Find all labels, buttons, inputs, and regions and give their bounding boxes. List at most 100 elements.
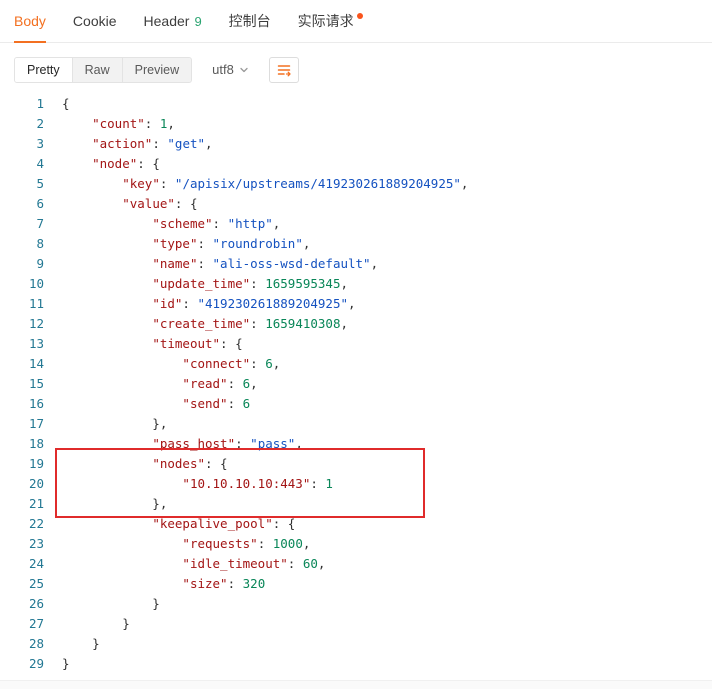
code-line: 17 }, bbox=[0, 414, 712, 434]
line-number: 8 bbox=[36, 236, 44, 251]
view-mode-raw[interactable]: Raw bbox=[72, 57, 123, 82]
code-line: 13 "timeout": { bbox=[0, 334, 712, 354]
line-content: "create_time": 1659410308, bbox=[152, 316, 349, 331]
code-line: 6 "value": { bbox=[0, 194, 712, 214]
tab-bar: Body Cookie Header 9 控制台 实际请求 bbox=[0, 0, 712, 43]
code-line: 18 "pass_host": "pass", bbox=[0, 434, 712, 454]
code-line: 12 "create_time": 1659410308, bbox=[0, 314, 712, 334]
line-number: 3 bbox=[36, 136, 44, 151]
line-content: "count": 1, bbox=[92, 116, 175, 131]
line-content: "value": { bbox=[122, 196, 198, 211]
code-line: 23 "requests": 1000, bbox=[0, 534, 712, 554]
code-line: 3 "action": "get", bbox=[0, 134, 712, 154]
line-number: 15 bbox=[28, 376, 44, 391]
line-number: 22 bbox=[28, 516, 44, 531]
line-content: } bbox=[62, 656, 70, 671]
body-toolbar: Pretty Raw Preview utf8 bbox=[0, 43, 712, 94]
tab-header[interactable]: Header 9 bbox=[144, 0, 202, 42]
line-content: "name": "ali-oss-wsd-default", bbox=[152, 256, 379, 271]
line-content: "size": 320 bbox=[182, 576, 266, 591]
code-line: 29} bbox=[0, 654, 712, 674]
tab-label: Header bbox=[143, 13, 190, 29]
line-number: 17 bbox=[28, 416, 44, 431]
line-number: 24 bbox=[28, 556, 44, 571]
line-number: 29 bbox=[28, 656, 44, 671]
line-number: 6 bbox=[36, 196, 44, 211]
format-icon bbox=[276, 62, 292, 78]
code-line: 28 } bbox=[0, 634, 712, 654]
view-mode-pretty[interactable]: Pretty bbox=[15, 57, 73, 82]
line-content: } bbox=[62, 636, 100, 651]
line-number: 4 bbox=[36, 156, 44, 171]
response-panel: Body Cookie Header 9 控制台 实际请求 Pretty Raw Previe… bbox=[0, 0, 712, 689]
line-number: 7 bbox=[36, 216, 44, 231]
code-line: 7 "scheme": "http", bbox=[0, 214, 712, 234]
line-number: 25 bbox=[28, 576, 44, 591]
line-number: 11 bbox=[28, 296, 44, 311]
line-number: 9 bbox=[36, 256, 44, 271]
code-line: 22 "keepalive_pool": { bbox=[0, 514, 712, 534]
line-content: "send": 6 bbox=[182, 396, 251, 411]
line-number: 12 bbox=[28, 316, 44, 331]
line-number: 5 bbox=[36, 176, 44, 191]
line-number: 20 bbox=[28, 476, 44, 491]
line-number: 19 bbox=[28, 456, 44, 471]
view-mode-preview[interactable]: Preview bbox=[122, 57, 192, 82]
line-content: "requests": 1000, bbox=[182, 536, 311, 551]
line-content: "update_time": 1659595345, bbox=[152, 276, 349, 291]
code-line: 14 "connect": 6, bbox=[0, 354, 712, 374]
line-content: }, bbox=[62, 496, 168, 511]
code-line: 20 "10.10.10.10:443": 1 bbox=[0, 474, 712, 494]
view-mode-switcher: Pretty Raw Preview bbox=[14, 56, 193, 83]
line-content: "timeout": { bbox=[152, 336, 243, 351]
line-number: 18 bbox=[28, 436, 44, 451]
line-content: "pass_host": "pass", bbox=[152, 436, 303, 451]
line-number: 14 bbox=[28, 356, 44, 371]
encoding-select[interactable]: utf8 bbox=[212, 62, 249, 77]
notification-dot bbox=[356, 13, 363, 19]
tab-actual-request[interactable]: 实际请求 bbox=[298, 0, 363, 42]
line-number: 16 bbox=[28, 396, 44, 411]
line-content: "keepalive_pool": { bbox=[152, 516, 296, 531]
line-number: 28 bbox=[28, 636, 44, 651]
line-content: "scheme": "http", bbox=[152, 216, 281, 231]
code-line: 25 "size": 320 bbox=[0, 574, 712, 594]
code-line: 15 "read": 6, bbox=[0, 374, 712, 394]
tab-label: 控制台 bbox=[228, 13, 271, 29]
encoding-value: utf8 bbox=[212, 62, 234, 77]
code-line: 19 "nodes": { bbox=[0, 454, 712, 474]
format-button[interactable] bbox=[268, 56, 299, 83]
line-content: "connect": 6, bbox=[182, 356, 281, 371]
code-line: 2 "count": 1, bbox=[0, 114, 712, 134]
line-content: "action": "get", bbox=[92, 136, 213, 151]
line-content: "id": "419230261889204925", bbox=[152, 296, 356, 311]
line-content: "10.10.10.10:443": 1 bbox=[182, 476, 333, 491]
line-number: 2 bbox=[36, 116, 44, 131]
code-line: 16 "send": 6 bbox=[0, 394, 712, 414]
line-content: "type": "roundrobin", bbox=[152, 236, 311, 251]
line-content: "idle_timeout": 60, bbox=[182, 556, 326, 571]
line-content: "nodes": { bbox=[152, 456, 228, 471]
horizontal-scrollbar[interactable] bbox=[0, 680, 712, 689]
chevron-down-icon bbox=[239, 65, 249, 75]
line-content: "read": 6, bbox=[182, 376, 258, 391]
header-count-badge: 9 bbox=[194, 13, 202, 29]
line-number: 23 bbox=[28, 536, 44, 551]
line-content: } bbox=[62, 596, 160, 611]
line-content: "node": { bbox=[92, 156, 160, 171]
tab-cookie[interactable]: Cookie bbox=[73, 0, 117, 42]
line-number: 26 bbox=[28, 596, 44, 611]
line-content: { bbox=[62, 96, 70, 111]
line-number: 10 bbox=[28, 276, 44, 291]
code-line: 27 } bbox=[0, 614, 712, 634]
code-line: 9 "name": "ali-oss-wsd-default", bbox=[0, 254, 712, 274]
response-body-viewer: 1{2 "count": 1, 3 "action": "get", 4 "node… bbox=[0, 94, 712, 674]
code-line: 26 } bbox=[0, 594, 712, 614]
code-lines: 1{2 "count": 1, 3 "action": "get", 4 "node… bbox=[0, 94, 712, 674]
tab-label: Body bbox=[14, 13, 46, 29]
tab-body[interactable]: Body bbox=[14, 0, 46, 43]
tab-console[interactable]: 控制台 bbox=[229, 0, 271, 42]
tab-label: Cookie bbox=[72, 13, 117, 29]
code-line: 5 "key": "/apisix/upstreams/419230261889… bbox=[0, 174, 712, 194]
line-number: 13 bbox=[28, 336, 44, 351]
